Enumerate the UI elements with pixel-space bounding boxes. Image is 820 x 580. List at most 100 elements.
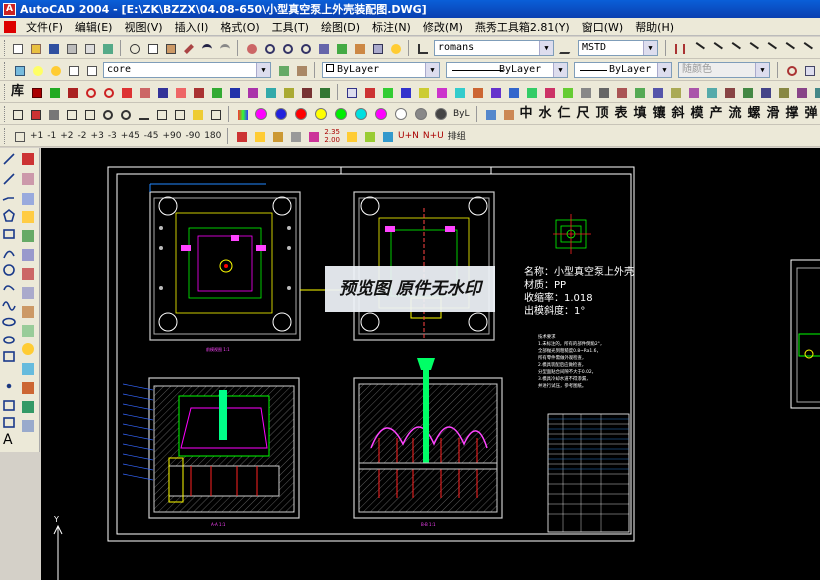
cut-icon[interactable] (126, 40, 142, 56)
mold-tool-3-icon[interactable] (64, 84, 80, 100)
zoom-realtime-icon[interactable] (261, 40, 277, 56)
mold-tool-16-icon[interactable] (298, 84, 314, 100)
dim-tool-21-icon[interactable] (721, 84, 737, 100)
mold-tool-15-icon[interactable] (280, 84, 296, 100)
undo-icon[interactable] (198, 40, 214, 56)
dim-tool-3-icon[interactable] (397, 84, 413, 100)
rotate-minus3-button[interactable]: -3 (108, 131, 117, 141)
dim-tool-2-icon[interactable] (379, 84, 395, 100)
text-style-select[interactable]: romans ▼ (434, 39, 554, 56)
layer-on-icon[interactable] (29, 62, 45, 78)
pan-icon[interactable] (243, 40, 259, 56)
menu-format[interactable]: 格式(O) (214, 19, 265, 35)
mold-tool-10-icon[interactable] (190, 84, 206, 100)
slide-button[interactable]: 滑 (765, 105, 782, 122)
color-yellow-swatch[interactable] (315, 107, 327, 120)
design-center-icon[interactable] (333, 40, 349, 56)
line-tool-3-icon[interactable] (725, 40, 741, 56)
scale-button[interactable]: 2.35 2.00 (324, 128, 340, 144)
fill-button[interactable]: 填 (632, 105, 649, 122)
dim-tool-15-icon[interactable] (613, 84, 629, 100)
zoom-window-icon[interactable] (279, 40, 295, 56)
properties-icon[interactable] (315, 40, 331, 56)
color-darkgray-swatch[interactable] (435, 107, 447, 120)
ruler-button[interactable]: 尺 (575, 105, 592, 122)
dim-tool-22-icon[interactable] (739, 84, 755, 100)
layer-previous-icon[interactable] (293, 62, 309, 78)
table-button[interactable]: 表 (613, 105, 630, 122)
menu-tools[interactable]: 工具(T) (266, 19, 315, 35)
tool-palettes-icon[interactable] (351, 40, 367, 56)
drawing-canvas[interactable]: 前模视图 1:1 A-A 1:1 B-B 1:1 Y 名称：小型真空泵上外壳 材… (41, 148, 820, 580)
linetype-control-select[interactable]: ByLayer ▼ (446, 61, 568, 78)
rotate-plus1-button[interactable]: +1 (30, 131, 43, 141)
flag-tool-icon[interactable] (189, 106, 205, 122)
dim-tool-18-icon[interactable] (667, 84, 683, 100)
menu-edit[interactable]: 编辑(E) (69, 19, 119, 35)
copy-icon[interactable] (144, 40, 160, 56)
text-tool-icon[interactable] (343, 84, 359, 100)
hatch-tool-1-icon[interactable] (63, 106, 79, 122)
mold-tool-5-icon[interactable] (100, 84, 116, 100)
u-plus-n-button[interactable]: U+N (398, 131, 419, 141)
top-button[interactable]: 顶 (594, 105, 611, 122)
layer-lock-icon[interactable] (65, 62, 81, 78)
color-green-swatch[interactable] (335, 107, 347, 120)
layout-icon[interactable] (801, 62, 817, 78)
menu-view[interactable]: 视图(V) (118, 19, 168, 35)
rotate-minus2-button[interactable]: -2 (78, 131, 87, 141)
dim-tool-11-icon[interactable] (541, 84, 557, 100)
layer-color-icon[interactable] (83, 62, 99, 78)
frame-tool-1-icon[interactable] (153, 106, 169, 122)
grid-tool-icon[interactable] (207, 106, 223, 122)
menu-modify[interactable]: 修改(M) (417, 19, 469, 35)
slant-button[interactable]: 斜 (670, 105, 687, 122)
dim-tool-13-icon[interactable] (577, 84, 593, 100)
rect-tool-1-icon[interactable] (9, 106, 25, 122)
line-tool-1-icon[interactable] (689, 40, 705, 56)
water-button[interactable]: 水 (537, 105, 554, 122)
dim-linear-icon[interactable] (671, 40, 687, 56)
line-tool-7-icon[interactable] (797, 40, 813, 56)
help-icon[interactable] (387, 40, 403, 56)
edit-tool-5-icon[interactable] (305, 128, 321, 144)
preview-icon[interactable] (81, 40, 97, 56)
document-menu-icon[interactable] (4, 20, 16, 33)
mold-tool-1-icon[interactable] (28, 84, 44, 100)
color-palette-icon[interactable] (234, 106, 250, 122)
lineweight-control-select[interactable]: ByLayer ▼ (574, 61, 672, 78)
rect-tool-2-icon[interactable] (27, 106, 43, 122)
print-icon[interactable] (63, 40, 79, 56)
rotate-180-button[interactable]: 180 (204, 131, 221, 141)
match-properties-icon[interactable] (180, 40, 196, 56)
edit-tool-6-icon[interactable] (343, 128, 359, 144)
no-tool-1-icon[interactable] (99, 106, 115, 122)
product-button[interactable]: 产 (708, 105, 725, 122)
color-control-select[interactable]: ByLayer ▼ (322, 61, 440, 78)
dim-tool-24-icon[interactable] (775, 84, 791, 100)
menu-draw[interactable]: 绘图(D) (315, 19, 366, 35)
dim-tool-1-icon[interactable] (361, 84, 377, 100)
edit-tool-7-icon[interactable] (361, 128, 377, 144)
mold-tool-7-icon[interactable] (136, 84, 152, 100)
clock-icon[interactable] (783, 62, 799, 78)
group-button[interactable]: 排组 (448, 129, 466, 142)
mold-tool-12-icon[interactable] (226, 84, 242, 100)
publish-icon[interactable] (99, 40, 115, 56)
triangle-tool-icon[interactable] (135, 106, 151, 122)
library-button[interactable]: 库 (9, 83, 26, 100)
dim-tool-7-icon[interactable] (469, 84, 485, 100)
mold-tool-11-icon[interactable] (208, 84, 224, 100)
calculator-icon[interactable] (369, 40, 385, 56)
edit-tool-1-icon[interactable] (233, 128, 249, 144)
color-white-swatch[interactable] (395, 107, 407, 120)
no-tool-2-icon[interactable] (117, 106, 133, 122)
mold-tool-2-icon[interactable] (46, 84, 62, 100)
dim-tool-25-icon[interactable] (793, 84, 809, 100)
color-magenta-swatch[interactable] (255, 107, 267, 120)
color-gray-swatch[interactable] (415, 107, 427, 120)
zoom-previous-icon[interactable] (297, 40, 313, 56)
layer-freeze-icon[interactable] (47, 62, 63, 78)
redo-icon[interactable] (216, 40, 232, 56)
bylayer-color-button[interactable]: ByL (453, 109, 470, 119)
